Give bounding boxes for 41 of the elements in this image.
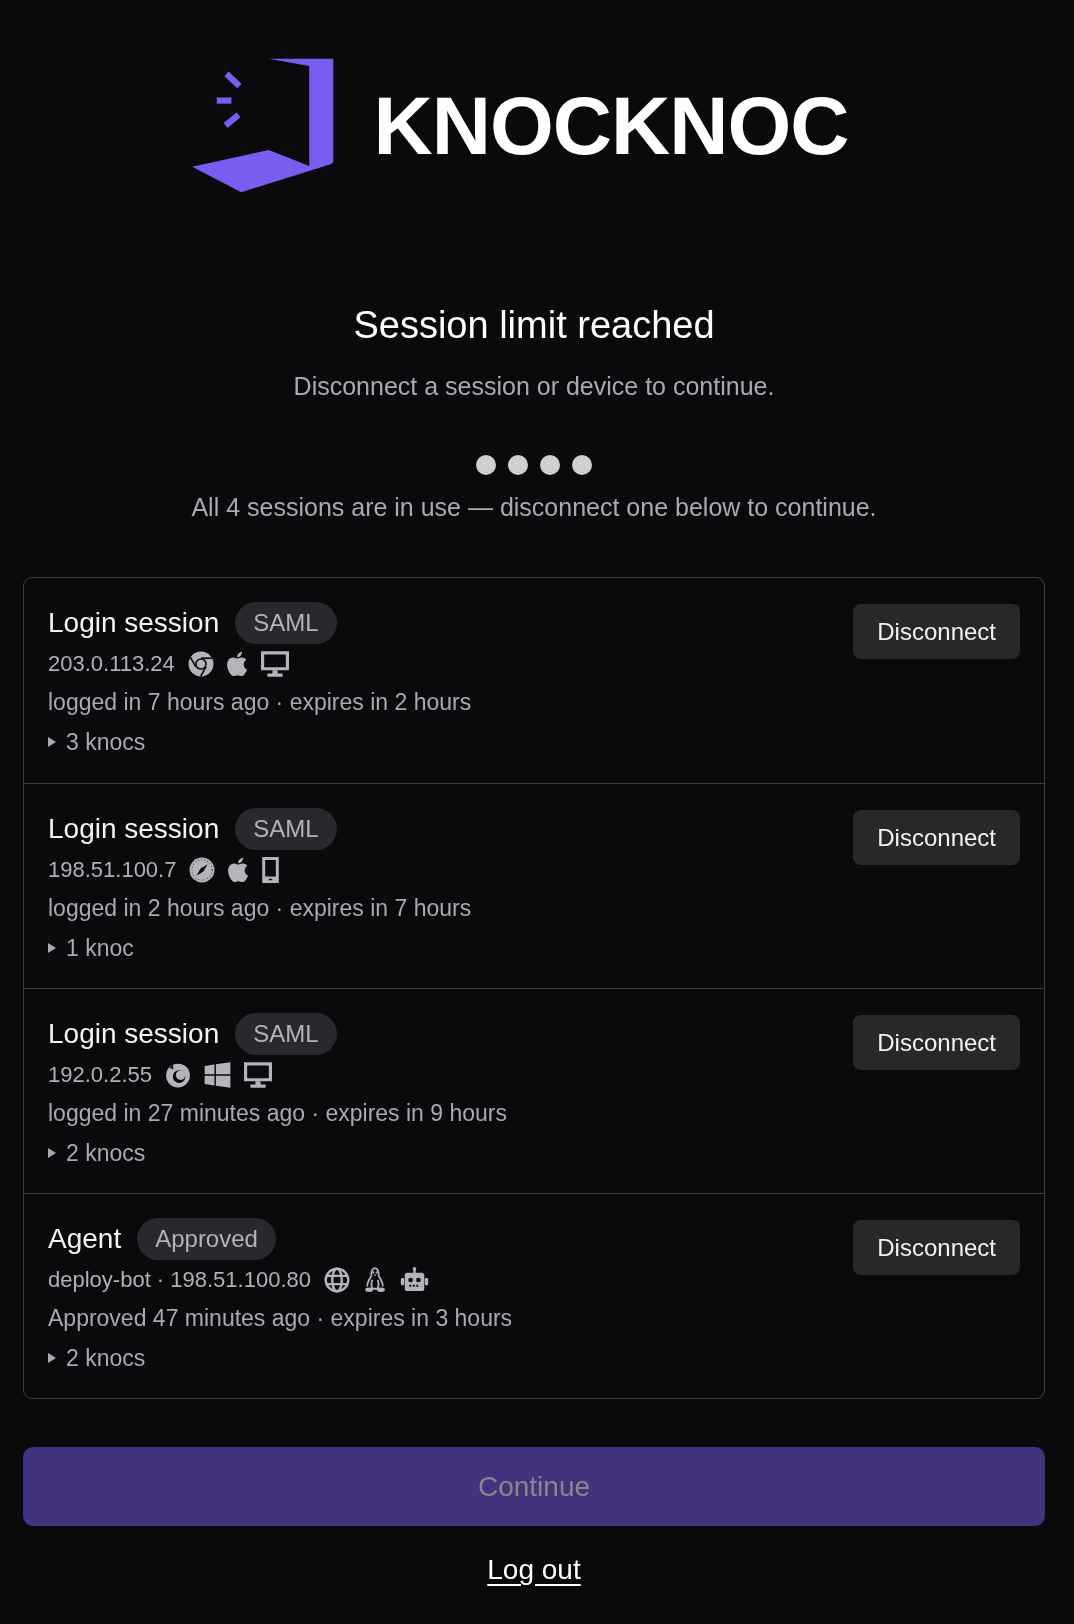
page-title: Session limit reached bbox=[353, 303, 715, 348]
session-title: Agent bbox=[48, 1222, 122, 1256]
robot-icon bbox=[400, 1267, 429, 1293]
session-tag: SAML bbox=[235, 808, 337, 850]
globe-icon bbox=[324, 1267, 350, 1293]
monitor-icon bbox=[260, 651, 289, 677]
session-title: Login session bbox=[48, 1017, 220, 1051]
session-tag: SAML bbox=[235, 602, 337, 644]
chrome-logo-icon bbox=[187, 651, 214, 677]
knocs-toggle[interactable]: 1 knoc bbox=[48, 930, 134, 966]
compass-icon bbox=[189, 857, 216, 883]
disconnect-button[interactable]: Disconnect bbox=[853, 604, 1020, 659]
session-times: logged in 2 hours ago · expires in 7 hours bbox=[48, 894, 472, 923]
session-address: 198.51.100.7 bbox=[48, 856, 177, 884]
disconnect-button[interactable]: Disconnect bbox=[853, 810, 1020, 865]
firefox-logo-icon bbox=[165, 1062, 191, 1088]
usage-message: All 4 sessions are in use — disconnect one below to continue. bbox=[191, 492, 877, 523]
session-title: Login session bbox=[48, 812, 220, 846]
page-subtitle: Disconnect a session or device to continue. bbox=[293, 371, 775, 402]
knocs-toggle[interactable]: 3 knocs bbox=[48, 724, 146, 760]
session-title: Login session bbox=[48, 606, 220, 640]
disconnect-button[interactable]: Disconnect bbox=[853, 1015, 1020, 1070]
session-times: logged in 27 minutes ago · expires in 9 hours bbox=[48, 1099, 507, 1128]
penguin-icon bbox=[363, 1267, 387, 1293]
session-address: deploy-bot · 198.51.100.80 bbox=[48, 1266, 311, 1294]
session-tag: Approved bbox=[137, 1218, 276, 1260]
apple-logo-icon bbox=[228, 857, 250, 883]
session-times: logged in 7 hours ago · expires in 2 hours bbox=[48, 688, 472, 717]
monitor-icon bbox=[244, 1062, 272, 1088]
apple-logo-icon bbox=[226, 651, 248, 677]
session-tag: SAML bbox=[235, 1013, 337, 1055]
session-times: Approved 47 minutes ago · expires in 3 hours bbox=[48, 1304, 513, 1333]
brand-name: KNOCKNOC bbox=[373, 84, 849, 167]
phone-icon bbox=[262, 857, 280, 883]
disconnect-button[interactable]: Disconnect bbox=[853, 1220, 1020, 1275]
windows-logo-icon bbox=[204, 1062, 231, 1088]
knocs-toggle[interactable]: 2 knocs bbox=[48, 1340, 146, 1376]
session-address: 203.0.113.24 bbox=[48, 650, 175, 678]
logout-link[interactable]: Log out bbox=[487, 1553, 581, 1587]
knocs-toggle[interactable]: 2 knocs bbox=[48, 1135, 146, 1171]
session-address: 192.0.2.55 bbox=[48, 1061, 152, 1089]
